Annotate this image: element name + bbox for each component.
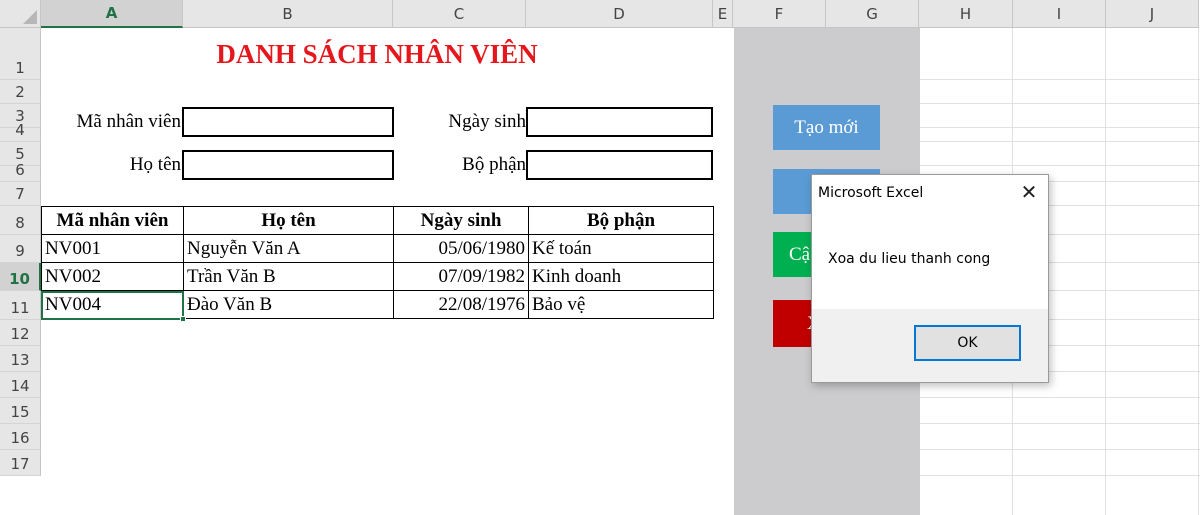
sheet-title: DANH SÁCH NHÂN VIÊN xyxy=(216,39,538,69)
dialog-title: Microsoft Excel xyxy=(818,185,924,201)
row-header-15[interactable]: 15 xyxy=(0,398,41,424)
spreadsheet[interactable]: ABCDEFGHIJ 1 2 3 4 5 6 7 8 9 10 11 12 13 14 15 16 17 DAN… xyxy=(0,0,1200,515)
department-input[interactable] xyxy=(526,150,713,180)
row-header-6[interactable]: 6 xyxy=(0,161,41,182)
row-header-11[interactable]: 11 xyxy=(0,291,41,320)
header-department[interactable]: Bộ phận xyxy=(528,206,714,235)
select-all-corner[interactable] xyxy=(0,0,41,28)
gridline-horizontal xyxy=(920,103,1200,104)
cell-birthdate[interactable]: 05/06/1980 xyxy=(393,234,529,263)
name-label: Họ tên xyxy=(129,154,181,175)
dialog-message: Xoa du lieu thanh cong xyxy=(828,251,991,267)
row-header-9[interactable]: 9 xyxy=(0,235,41,263)
message-dialog: Microsoft Excel ✕ Xoa du lieu thanh cong… xyxy=(811,174,1049,383)
cell-birthdate[interactable]: 07/09/1982 xyxy=(393,262,529,291)
close-icon[interactable]: ✕ xyxy=(1018,181,1040,203)
column-header-g[interactable]: G xyxy=(826,0,919,28)
column-header-b[interactable]: B xyxy=(183,0,393,28)
table-header-row: Mã nhân viên Họ tên Ngày sinh Bộ phận xyxy=(41,206,714,235)
gridline-horizontal xyxy=(920,79,1200,80)
row-header-1[interactable]: 1 xyxy=(0,28,41,80)
column-header-a[interactable]: A xyxy=(41,0,183,28)
row-header-14[interactable]: 14 xyxy=(0,372,41,398)
column-header-e[interactable]: E xyxy=(713,0,733,28)
cell-department[interactable]: Kinh doanh xyxy=(528,262,714,291)
gridline-horizontal xyxy=(920,127,1200,128)
birthdate-label: Ngày sinh xyxy=(448,111,526,132)
cell-name[interactable]: Nguyễn Văn A xyxy=(183,234,394,263)
column-header-c[interactable]: C xyxy=(393,0,526,28)
cell-name[interactable]: Đào Văn B xyxy=(183,290,394,319)
fill-handle[interactable] xyxy=(180,316,186,322)
cell-department[interactable]: Bảo vệ xyxy=(528,290,714,319)
table-row: NV002 Trần Văn B 07/09/1982 Kinh doanh xyxy=(41,262,714,291)
header-employee-id[interactable]: Mã nhân viên xyxy=(41,206,184,235)
cell-name[interactable]: Trần Văn B xyxy=(183,262,394,291)
gridline-horizontal xyxy=(920,423,1200,424)
column-header-j[interactable]: J xyxy=(1106,0,1199,28)
row-header-4[interactable]: 4 xyxy=(0,121,41,142)
row-header-16[interactable]: 16 xyxy=(0,424,41,450)
ok-button[interactable]: OK xyxy=(914,325,1021,361)
column-header-d[interactable]: D xyxy=(526,0,713,28)
gridline-horizontal xyxy=(920,475,1200,476)
row-header-12[interactable]: 12 xyxy=(0,320,41,346)
cell-birthdate[interactable]: 22/08/1976 xyxy=(393,290,529,319)
row-header-8[interactable]: 8 xyxy=(0,206,41,235)
birthdate-input[interactable] xyxy=(526,107,713,137)
row-header-17[interactable]: 17 xyxy=(0,450,41,476)
cell-department[interactable]: Kế toán xyxy=(528,234,714,263)
employee-id-label: Mã nhân viên xyxy=(76,111,181,132)
create-new-button[interactable]: Tạo mới xyxy=(773,105,880,150)
row-header-13[interactable]: 13 xyxy=(0,346,41,372)
name-input[interactable] xyxy=(182,150,394,180)
row-header-2[interactable]: 2 xyxy=(0,80,41,104)
gridline-vertical xyxy=(1105,28,1106,515)
selected-cell-outline xyxy=(41,291,184,320)
cell-employee-id[interactable]: NV001 xyxy=(41,234,184,263)
header-name[interactable]: Họ tên xyxy=(183,206,394,235)
gridline-horizontal xyxy=(920,141,1200,142)
table-row: NV001 Nguyễn Văn A 05/06/1980 Kế toán xyxy=(41,234,714,263)
row-header-10[interactable]: 10 xyxy=(0,263,41,291)
gridline-horizontal xyxy=(920,165,1200,166)
column-header-f[interactable]: F xyxy=(733,0,826,28)
column-header-h[interactable]: H xyxy=(919,0,1013,28)
gridline-horizontal xyxy=(920,449,1200,450)
header-birthdate[interactable]: Ngày sinh xyxy=(393,206,529,235)
cell-employee-id[interactable]: NV002 xyxy=(41,262,184,291)
column-header-i[interactable]: I xyxy=(1013,0,1106,28)
gridline-horizontal xyxy=(920,397,1200,398)
department-label: Bộ phận xyxy=(462,154,526,175)
gridline-vertical xyxy=(1198,28,1199,515)
employee-id-input[interactable] xyxy=(182,107,394,137)
row-header-7[interactable]: 7 xyxy=(0,182,41,206)
